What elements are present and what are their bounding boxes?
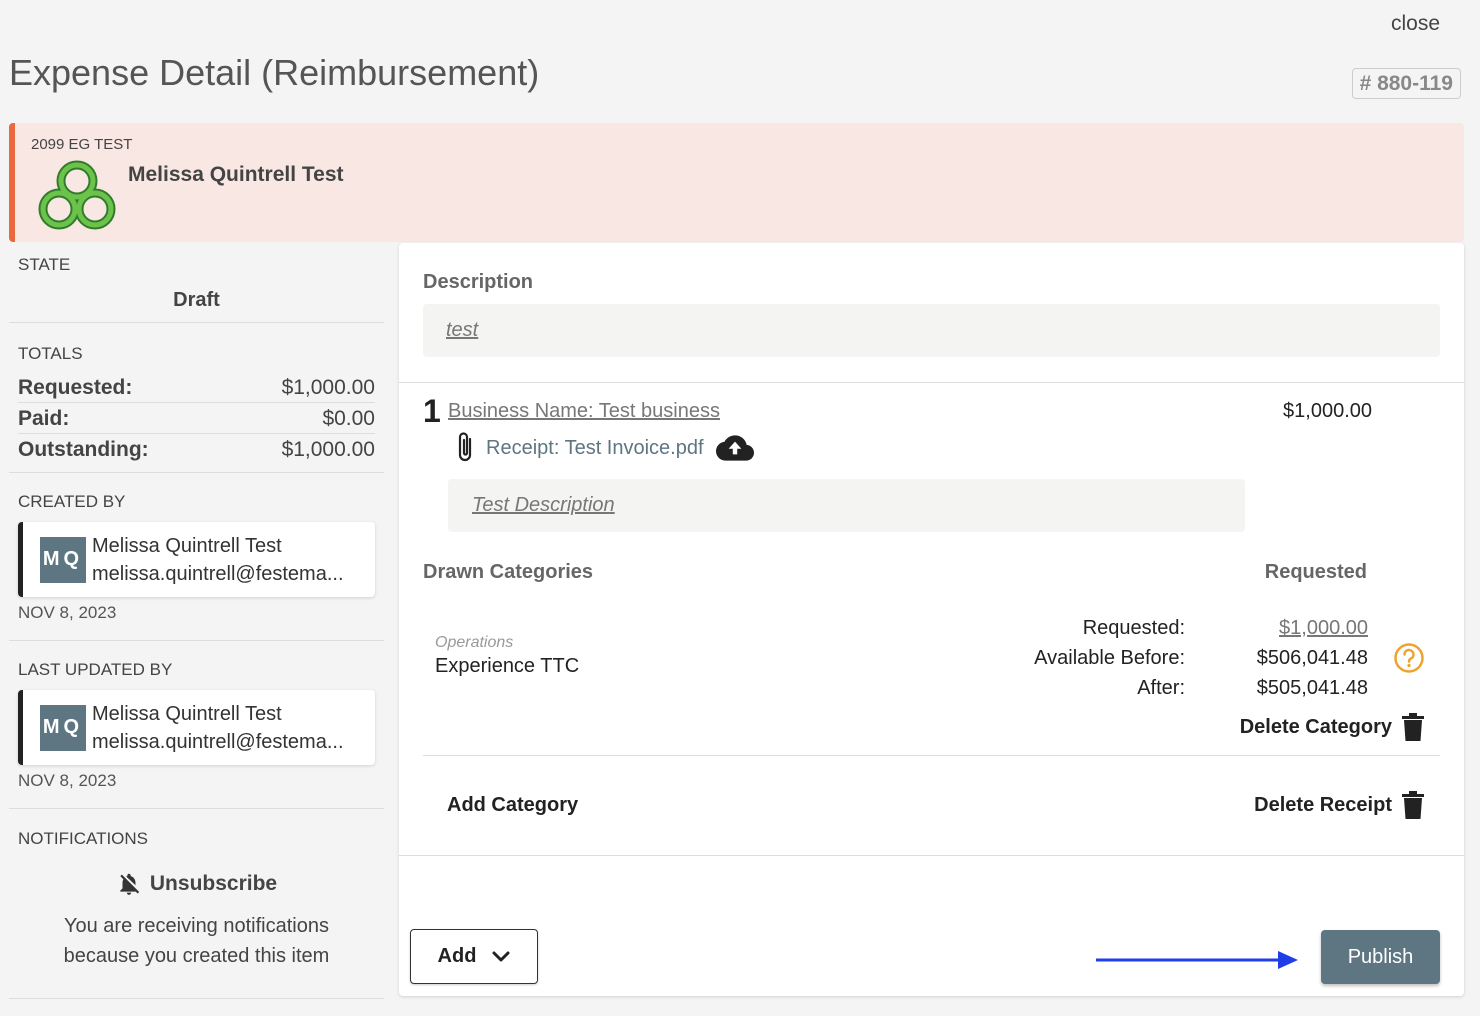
stat-row-requested: Requested: $1,000.00 bbox=[959, 613, 1368, 643]
stat-row-available-before: Available Before: $506,041.48 bbox=[959, 643, 1368, 673]
help-circle-icon[interactable] bbox=[1393, 642, 1425, 674]
stat-row-after: After: $505,041.48 bbox=[959, 673, 1368, 703]
description-field[interactable]: test bbox=[423, 304, 1440, 357]
totals-row-paid: Paid: $0.00 bbox=[18, 403, 375, 434]
item-amount: $1,000.00 bbox=[1283, 400, 1372, 422]
stat-value: $506,041.48 bbox=[1256, 647, 1368, 669]
category-parent: Operations bbox=[435, 634, 514, 651]
delete-category-label: Delete Category bbox=[1239, 715, 1392, 738]
notification-reason-line: because you created this item bbox=[63, 945, 330, 967]
created-by-user-card[interactable]: MQ Melissa Quintrell Test melissa.quintr… bbox=[18, 522, 375, 597]
delete-category-button[interactable]: Delete Category bbox=[1240, 713, 1424, 741]
publish-button[interactable]: Publish bbox=[1321, 930, 1440, 984]
totals-label: Paid: bbox=[18, 407, 70, 430]
category-name: Experience TTC bbox=[435, 655, 580, 677]
item-description-field[interactable]: Test Description bbox=[448, 479, 1245, 532]
totals-section: TOTALS Requested: $1,000.00 Paid: $0.00 … bbox=[9, 323, 384, 473]
unsubscribe-label: Unsubscribe bbox=[149, 872, 278, 895]
created-by-heading: CREATED BY bbox=[18, 492, 126, 511]
category-stats: Requested: $1,000.00 Available Before: $… bbox=[959, 613, 1368, 703]
notification-reason-line: You are receiving notifications bbox=[64, 915, 329, 937]
reference-number-badge: # 880-119 bbox=[1351, 68, 1461, 99]
add-category-button[interactable]: Add Category bbox=[447, 794, 578, 817]
stat-label: After: bbox=[1137, 677, 1185, 699]
stat-label: Available Before: bbox=[1034, 647, 1185, 669]
last-updated-by-user-card[interactable]: MQ Melissa Quintrell Test melissa.quintr… bbox=[18, 690, 375, 765]
expense-detail-card: Description test 1 Business Name: Test b… bbox=[399, 243, 1464, 996]
drawn-categories-label: Drawn Categories bbox=[423, 561, 594, 583]
created-by-section: CREATED BY MQ Melissa Quintrell Test mel… bbox=[9, 473, 384, 641]
state-heading: STATE bbox=[18, 255, 71, 274]
annotation-arrow-icon bbox=[1096, 951, 1298, 969]
trefoil-logo-icon bbox=[38, 160, 116, 230]
trash-icon bbox=[1402, 713, 1424, 741]
totals-value: $0.00 bbox=[322, 407, 375, 430]
state-value: Draft bbox=[173, 289, 220, 311]
chevron-down-icon bbox=[492, 951, 510, 961]
add-dropdown-button[interactable]: Add bbox=[410, 929, 538, 984]
created-date: NOV 8, 2023 bbox=[18, 603, 117, 622]
divider bbox=[399, 382, 1464, 383]
totals-value: $1,000.00 bbox=[281, 438, 375, 461]
item-number: 1 bbox=[423, 393, 441, 429]
user-email: melissa.quintrell@festema... bbox=[92, 562, 344, 585]
sidebar: STATE Draft TOTALS Requested: $1,000.00 … bbox=[9, 243, 384, 999]
last-updated-by-heading: LAST UPDATED BY bbox=[18, 660, 173, 679]
notifications-heading: NOTIFICATIONS bbox=[18, 829, 149, 848]
delete-receipt-label: Delete Receipt bbox=[1254, 793, 1392, 816]
user-name: Melissa Quintrell Test bbox=[92, 534, 282, 557]
avatar: MQ bbox=[40, 704, 86, 751]
last-updated-by-section: LAST UPDATED BY MQ Melissa Quintrell Tes… bbox=[9, 641, 384, 809]
totals-label: Outstanding: bbox=[18, 438, 149, 461]
divider bbox=[399, 855, 1464, 856]
category-divider bbox=[423, 755, 1440, 756]
close-link[interactable]: close bbox=[1391, 12, 1440, 36]
notification-reason: You are receiving notifications because … bbox=[18, 911, 375, 971]
organization-name: Melissa Quintrell Test bbox=[128, 163, 344, 186]
paperclip-icon bbox=[458, 432, 472, 462]
organization-code: 2099 EG TEST bbox=[31, 136, 133, 153]
page-title: Expense Detail (Reimbursement) bbox=[9, 52, 540, 93]
organization-banner: 2099 EG TEST Melissa Quintrell Test bbox=[9, 123, 1464, 242]
receipt-link[interactable]: Receipt: Test Invoice.pdf bbox=[486, 437, 704, 460]
user-email: melissa.quintrell@festema... bbox=[92, 730, 344, 753]
stat-label: Requested: bbox=[1082, 617, 1185, 639]
description-label: Description bbox=[423, 271, 534, 293]
totals-value: $1,000.00 bbox=[281, 376, 375, 399]
cloud-upload-icon[interactable] bbox=[715, 435, 754, 461]
unsubscribe-button[interactable]: Unsubscribe bbox=[18, 871, 375, 897]
totals-label: Requested: bbox=[18, 376, 133, 399]
stat-value: $505,041.48 bbox=[1256, 677, 1368, 699]
totals-heading: TOTALS bbox=[18, 344, 83, 363]
receipt-row: Receipt: Test Invoice.pdf bbox=[454, 431, 754, 465]
avatar: MQ bbox=[40, 536, 86, 583]
notifications-section: NOTIFICATIONS Unsubscribe You are receiv… bbox=[9, 809, 384, 999]
trash-icon bbox=[1402, 791, 1424, 819]
add-button-label: Add bbox=[437, 945, 477, 967]
bell-off-icon bbox=[120, 873, 140, 895]
user-name: Melissa Quintrell Test bbox=[92, 702, 282, 725]
business-name-link[interactable]: Business Name: Test business bbox=[448, 400, 720, 423]
totals-row-outstanding: Outstanding: $1,000.00 bbox=[18, 434, 375, 465]
delete-receipt-button[interactable]: Delete Receipt bbox=[1254, 791, 1424, 819]
state-section: STATE Draft bbox=[9, 243, 384, 323]
totals-row-requested: Requested: $1,000.00 bbox=[18, 372, 375, 403]
requested-column-header: Requested bbox=[1264, 561, 1367, 583]
requested-amount-link[interactable]: $1,000.00 bbox=[1279, 613, 1368, 643]
updated-date: NOV 8, 2023 bbox=[18, 771, 117, 790]
